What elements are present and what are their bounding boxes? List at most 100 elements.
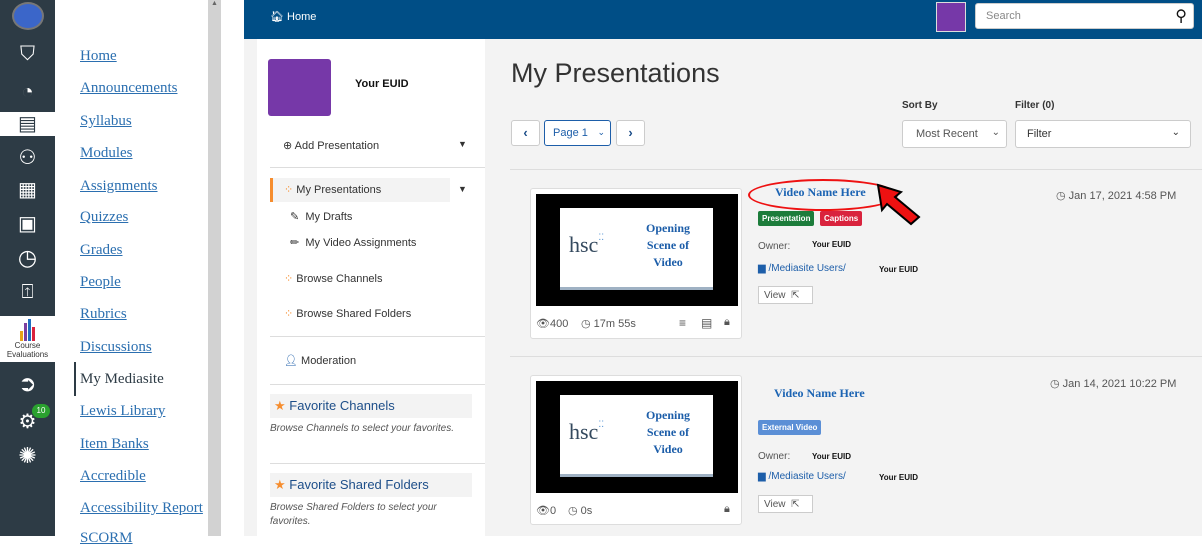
course-eval-label-1: Course	[14, 341, 41, 350]
edit-icon: ✎	[290, 211, 300, 223]
course-evaluations-link[interactable]: Course Evaluations	[0, 316, 55, 362]
calendar-icon[interactable]: ▦	[0, 178, 55, 202]
presentation-title-link[interactable]: Video Name Here	[774, 386, 865, 401]
presentation-date: ◷ Jan 14, 2021 10:22 PM	[1050, 378, 1177, 390]
course-nav-assignments[interactable]: Assignments	[80, 178, 158, 195]
divider	[510, 169, 1202, 170]
my-presentations-caret-icon[interactable]: ▼	[458, 184, 467, 194]
presentation-title-link[interactable]: Video Name Here	[775, 185, 866, 200]
favorite-channels-hint: Browse Channels to select your favorites…	[270, 423, 454, 434]
add-presentation-button[interactable]: ⊕ Add Presentation	[283, 139, 379, 152]
history-clock-icon[interactable]: ◷	[0, 246, 55, 270]
course-nav-announcements[interactable]: Announcements	[80, 80, 177, 97]
mediasite-frame: 🏠︎ Home Search ⚲ Your EUID ⊕ Add Present…	[244, 0, 1202, 536]
course-nav-lewis-library[interactable]: Lewis Library	[80, 403, 165, 420]
user-avatar[interactable]	[12, 2, 44, 30]
my-video-assignments-link[interactable]: ✏ My Video Assignments	[290, 236, 416, 249]
course-nav-quizzes[interactable]: Quizzes	[80, 209, 128, 226]
prev-page-button[interactable]: ‹	[511, 120, 540, 146]
course-nav-accessibility-report[interactable]: Accessibility Report	[80, 500, 203, 517]
logout-arrow-icon[interactable]: ➲	[0, 372, 55, 396]
courses-icon[interactable]: ▤	[0, 112, 55, 136]
clock-icon: ◷	[581, 318, 591, 330]
owner-name: Your EUID	[812, 240, 851, 249]
active-indicator	[74, 362, 76, 396]
search-input[interactable]: Search ⚲	[975, 3, 1194, 29]
user-avatar-square[interactable]	[936, 2, 966, 32]
video-preview: hsc⁚⁚ Opening Scene of Video	[536, 381, 738, 493]
presentation-thumbnail[interactable]: hsc⁚⁚ Opening Scene of Video 👁︎0 ◷ 0s 🔒︎	[530, 375, 742, 525]
my-presentations-label: My Presentations	[296, 184, 382, 196]
bar-chart-icon	[19, 319, 36, 341]
search-icon[interactable]: ⚲	[1175, 6, 1187, 26]
course-nav-grades[interactable]: Grades	[80, 242, 122, 259]
presentation-date: ◷ Jan 17, 2021 4:58 PM	[1056, 190, 1177, 202]
browse-shared-folders-link[interactable]: ⁘ Browse Shared Folders	[284, 307, 411, 320]
my-presentations-link[interactable]: ⁘ My Presentations	[284, 183, 381, 196]
course-nav-home[interactable]: Home	[80, 48, 117, 65]
course-nav-scorm[interactable]: SCORM	[80, 530, 133, 547]
dashboard-icon[interactable]: ◔	[0, 80, 55, 104]
scrollbar[interactable]: ▲	[208, 0, 221, 536]
admin-shield-icon[interactable]: ⛉	[0, 42, 55, 66]
course-nav-syllabus[interactable]: Syllabus	[80, 113, 132, 130]
next-page-button[interactable]: ›	[616, 120, 645, 146]
my-drafts-label: My Drafts	[305, 211, 353, 223]
eye-icon: 👁︎	[536, 318, 550, 330]
filter-select[interactable]: Filter ⌄	[1015, 120, 1191, 148]
browse-channels-label: Browse Channels	[296, 273, 383, 285]
mediasite-dots-icon: ⁘	[284, 308, 294, 320]
view-button[interactable]: View ⇱	[758, 286, 813, 304]
sort-by-select[interactable]: Most Recent ⌄	[902, 120, 1007, 148]
folder-link[interactable]: ▆ /Mediasite Users/	[758, 471, 846, 482]
transcript-icon[interactable]: ≡	[679, 316, 686, 330]
add-presentation-caret-icon[interactable]: ▼	[458, 139, 467, 149]
my-drafts-link[interactable]: ✎ My Drafts	[290, 210, 352, 223]
course-nav-accredible[interactable]: Accredible	[80, 468, 146, 485]
folder-link[interactable]: ▆ /Mediasite Users/	[758, 263, 846, 274]
captions-badge: Captions	[820, 211, 863, 226]
my-video-assignments-label: My Video Assignments	[305, 237, 417, 249]
course-nav-people[interactable]: People	[80, 274, 121, 291]
sidebar: Your EUID ⊕ Add Presentation ▼ ⁘ My Pres…	[257, 39, 485, 536]
slide: hsc⁚⁚ Opening Scene of Video	[560, 208, 713, 290]
lock-icon: 🔒︎	[724, 316, 730, 328]
share-icon: ⇱	[791, 290, 800, 301]
browse-channels-link[interactable]: ⁘ Browse Channels	[284, 272, 383, 285]
filter-label: Filter (0)	[1015, 100, 1055, 111]
page-title: My Presentations	[511, 58, 720, 88]
mediasite-topbar: 🏠︎ Home Search ⚲	[244, 0, 1202, 39]
search-placeholder: Search	[986, 10, 1021, 22]
slide-title: Opening Scene of Video	[645, 408, 690, 456]
duration: ◷ 0s	[568, 505, 593, 517]
inbox-icon[interactable]: ▣	[0, 212, 55, 236]
sort-by-value: Most Recent	[916, 128, 978, 140]
page-select-value: Page 1	[553, 127, 588, 139]
course-nav-rubrics[interactable]: Rubrics	[80, 306, 127, 323]
clock-icon: ◷	[568, 505, 578, 517]
favorite-shared-folders-title: ★ Favorite Shared Folders	[274, 477, 429, 493]
home-link[interactable]: 🏠︎ Home	[270, 10, 316, 23]
course-nav-item-banks[interactable]: Item Banks	[80, 436, 149, 453]
folder-owner: Your EUID	[879, 265, 918, 274]
owner-label: Owner:	[758, 241, 791, 252]
filmstrip-icon[interactable]: ▤	[701, 316, 712, 330]
global-navigation: ⛉ ◔ ▤ ⚇ ▦ ▣ ◷ ⍐ Course Evaluations ➲ ⚙ 1…	[0, 0, 55, 536]
page-select[interactable]: Page 1 ⌄	[544, 120, 611, 146]
course-eval-label-2: Evaluations	[6, 350, 49, 359]
presentation-thumbnail[interactable]: hsc⁚⁚ Opening Scene of Video 👁︎400 ◷ 17m…	[530, 188, 742, 339]
course-nav-discussions[interactable]: Discussions	[80, 339, 152, 356]
course-nav-modules[interactable]: Modules	[80, 145, 133, 162]
view-button[interactable]: View ⇱	[758, 495, 813, 513]
studio-icon[interactable]: ⍐	[0, 280, 55, 304]
course-nav-my-mediasite[interactable]: My Mediasite	[80, 371, 164, 388]
external-video-badge: External Video	[758, 420, 822, 435]
video-preview: hsc⁚⁚ Opening Scene of Video	[536, 194, 738, 306]
course-navigation: Home Announcements Syllabus Modules Assi…	[55, 0, 210, 546]
groups-icon[interactable]: ⚇	[0, 146, 55, 170]
help-asterisk-icon[interactable]: ✺	[0, 444, 55, 468]
moderation-link[interactable]: 👤︎ Moderation	[284, 354, 356, 367]
clock-icon: ◷	[1056, 190, 1066, 202]
divider	[510, 356, 1202, 357]
divider	[270, 336, 485, 337]
